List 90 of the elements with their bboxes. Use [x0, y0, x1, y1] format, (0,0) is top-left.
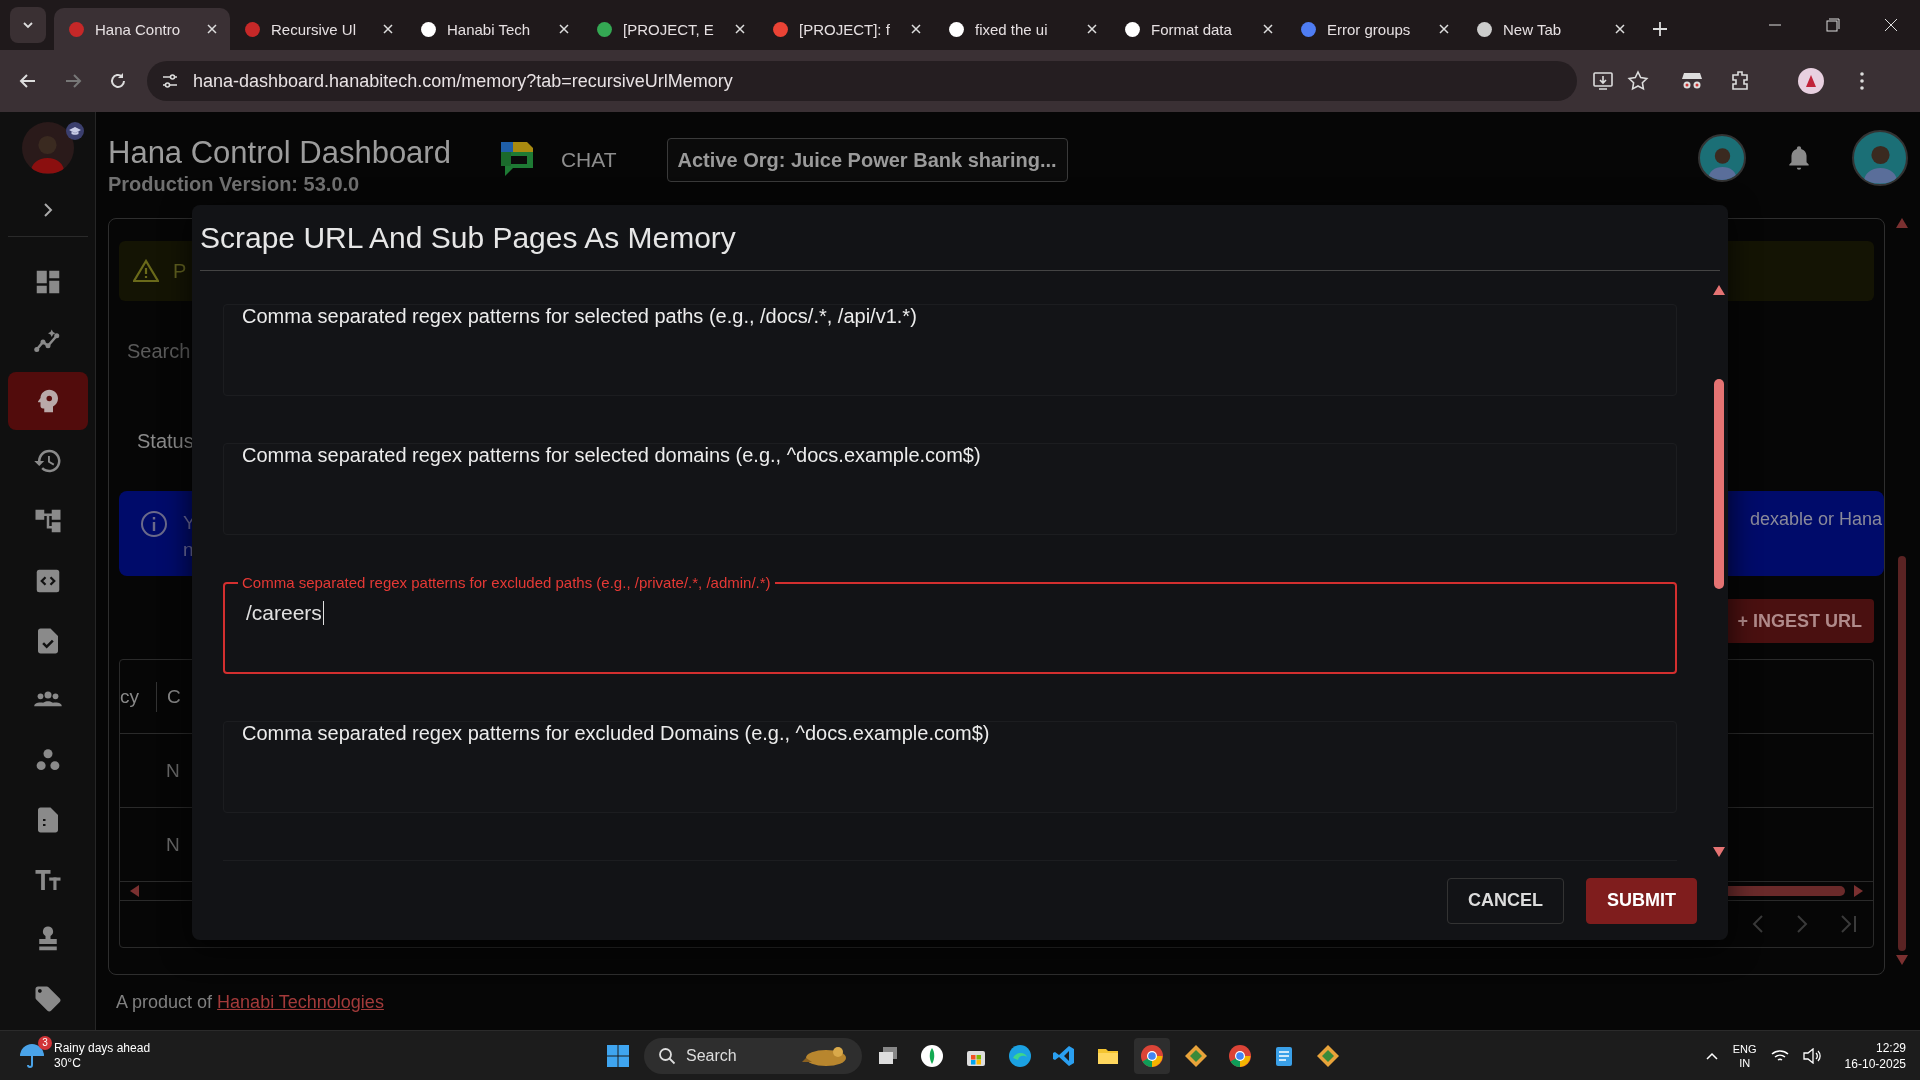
field-label: Comma separated regex patterns for excluded paths (e.g., /private/.*, /admin/.*)	[241, 574, 772, 591]
leaf-icon[interactable]	[920, 1043, 944, 1068]
browser-tab[interactable]: Recursive Ul	[230, 8, 406, 50]
table-cell-text: N	[165, 759, 180, 782]
notification-bell-icon[interactable]	[1786, 144, 1812, 172]
chat-label[interactable]: CHAT	[560, 148, 617, 172]
browser-tab[interactable]: fixed the ui	[934, 8, 1110, 50]
site-icon	[244, 20, 261, 38]
language-text[interactable]: IN	[1739, 1055, 1751, 1070]
browser-tab[interactable]: Hana Contro	[54, 8, 230, 50]
language-text[interactable]: ENG	[1732, 1041, 1757, 1056]
close-icon[interactable]	[1086, 23, 1098, 35]
close-icon[interactable]	[1614, 23, 1626, 35]
search-icon	[658, 1046, 676, 1065]
code-editor-icon[interactable]	[1052, 1043, 1076, 1068]
submit-button[interactable]: SUBMIT	[1586, 877, 1697, 924]
scroll-down-arrow-icon[interactable]	[1713, 847, 1725, 857]
clock-date[interactable]: 16-10-2025	[1844, 1055, 1906, 1072]
notification-badge: 3	[38, 1035, 52, 1050]
close-icon[interactable]	[734, 23, 746, 35]
dialog-title: Scrape URL And Sub Pages As Memory	[200, 220, 736, 255]
input-field[interactable]: Comma separated regex patterns for selected paths (e.g., /docs/.*, /api/v1.*)	[223, 304, 1677, 396]
close-icon[interactable]	[910, 23, 922, 35]
site-icon	[772, 20, 789, 38]
info-icon	[139, 509, 169, 539]
chrome-icon[interactable]	[1140, 1043, 1164, 1068]
site-icon	[1124, 20, 1141, 38]
site-settings-icon[interactable]	[161, 72, 179, 90]
browser-tab[interactable]: Error groups	[1286, 8, 1462, 50]
clock-time[interactable]: 12:29	[1875, 1039, 1906, 1056]
browser-tab[interactable]: Format data	[1110, 8, 1286, 50]
browser-tab[interactable]: New Tab	[1462, 8, 1638, 50]
temperature-text[interactable]: 30°C	[54, 1055, 151, 1071]
close-icon[interactable]	[382, 23, 394, 35]
wifi-icon[interactable]	[1770, 1047, 1789, 1064]
input-field[interactable]: Comma separated regex patterns for excluded Domains (e.g., ^docs.example.com$)	[223, 721, 1677, 813]
input-field[interactable]: Comma separated regex patterns for excluded paths (e.g., /private/.*, /admin/.*) /careers	[223, 574, 1677, 674]
site-icon	[1476, 20, 1493, 38]
warning-text: P	[173, 259, 187, 283]
address-bar[interactable]: hana-dashboard.hanabitech.com/memory?tab=recursiveUrlMemory	[147, 61, 1577, 101]
warning-icon	[133, 259, 159, 283]
status-label: Status	[137, 429, 194, 453]
site-icon	[68, 20, 85, 38]
table-cell-text: N	[165, 833, 180, 856]
info-text: dexable or Hana	[1749, 509, 1883, 531]
star-icon[interactable]	[1626, 69, 1650, 93]
site-icon	[596, 20, 613, 38]
browser-tab[interactable]: [PROJECT, E	[582, 8, 758, 50]
close-icon[interactable]	[1262, 23, 1274, 35]
taskbar-search[interactable]: Search	[644, 1037, 862, 1074]
diamond-logo-icon[interactable]	[1316, 1043, 1340, 1068]
close-icon[interactable]	[1438, 23, 1450, 35]
version-text: Production Version: 53.0.0	[108, 172, 361, 196]
weather-text[interactable]: Rainy days ahead	[54, 1040, 151, 1056]
chrome-icon[interactable]	[1228, 1043, 1252, 1068]
input-field[interactable]: Comma separated regex patterns for selected domains (e.g., ^docs.example.com$)	[223, 443, 1677, 535]
footer-text: A product of Hanabi Technologies	[116, 992, 384, 1013]
profile-avatar-icon[interactable]	[1797, 67, 1825, 95]
diamond-logo-icon[interactable]	[1184, 1043, 1208, 1068]
cancel-button[interactable]: CANCEL	[1447, 877, 1564, 924]
active-org-button[interactable]: Active Org: Juice Power Bank sharing...	[666, 138, 1068, 182]
site-icon	[1300, 20, 1317, 38]
close-icon[interactable]	[206, 23, 218, 35]
close-icon[interactable]	[1884, 18, 1898, 32]
scrollbar-thumb[interactable]	[1897, 556, 1906, 951]
browser-tab[interactable]: [PROJECT]: f	[758, 8, 934, 50]
field-label: Comma separated regex patterns for selected domains (e.g., ^docs.example.com$)	[242, 444, 981, 467]
browser-tab[interactable]: Hanabi Tech	[406, 8, 582, 50]
scroll-up-arrow-icon[interactable]	[1713, 285, 1725, 295]
column-header: cy	[120, 685, 139, 708]
scrollbar-thumb[interactable]	[1714, 379, 1724, 589]
reload-icon[interactable]	[108, 71, 128, 91]
column-header: C	[166, 685, 181, 708]
restore-icon[interactable]	[1826, 18, 1840, 32]
avatar[interactable]	[1852, 130, 1908, 186]
site-icon	[420, 20, 437, 38]
site-icon	[948, 20, 965, 38]
field-label: Comma separated regex patterns for excluded Domains (e.g., ^docs.example.com$)	[242, 722, 990, 745]
field-label: Comma separated regex patterns for selected paths (e.g., /docs/.*, /api/v1.*)	[242, 305, 917, 328]
graduation-cap-icon	[65, 122, 84, 140]
avatar[interactable]	[1698, 134, 1746, 182]
windows-logo-icon[interactable]	[606, 1043, 630, 1068]
app-title: Hana Control Dashboard	[108, 134, 451, 171]
install-icon[interactable]	[1591, 69, 1615, 93]
info-text: n	[183, 538, 195, 562]
browser-wave-icon[interactable]	[1008, 1043, 1032, 1068]
ingest-url-button[interactable]: + INGEST URL	[1725, 599, 1874, 643]
speaker-icon[interactable]	[1802, 1047, 1821, 1064]
sidebar-item[interactable]	[7, 372, 88, 431]
close-icon[interactable]	[558, 23, 570, 35]
